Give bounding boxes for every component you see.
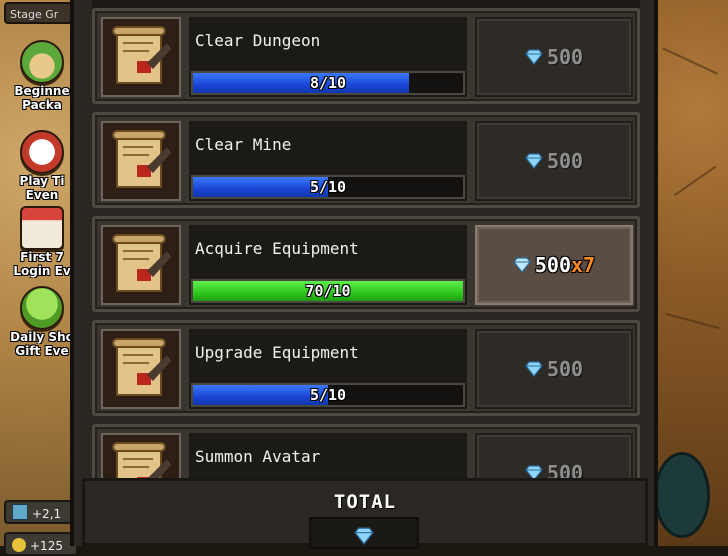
- quest-info: Summon Avatar: [189, 433, 467, 478]
- sidebar-item-first-7-login-event[interactable]: First 7 Login Ev: [4, 206, 80, 278]
- quest-list[interactable]: Clear Dungeon 8/10 500 Clear Mine 5/10 5…: [92, 0, 640, 478]
- gem-icon: [525, 465, 543, 478]
- sidebar-item-label: Login Ev: [13, 264, 71, 278]
- scroll-icon: [101, 433, 181, 478]
- reward-multiplier: x7: [571, 253, 596, 277]
- quest-name: Upgrade Equipment: [195, 343, 359, 362]
- gem-icon: [525, 361, 543, 377]
- total-value: [309, 517, 419, 549]
- scroll-icon: [101, 225, 181, 305]
- quest-row: Upgrade Equipment 5/10 500: [92, 320, 640, 416]
- quest-info: Clear Mine 5/10: [189, 121, 467, 201]
- quest-row: Clear Dungeon 8/10 500: [92, 8, 640, 104]
- sidebar-item-label: Beginne: [14, 84, 70, 98]
- sidebar-item-play-time-event[interactable]: Play Ti Even: [4, 130, 80, 202]
- reward-amount: 500: [546, 45, 584, 69]
- sidebar-item-label: Play Ti: [19, 174, 65, 188]
- claim-reward-button[interactable]: 500: [475, 433, 633, 478]
- stage-tab-label: Stage Gr: [10, 8, 59, 21]
- progress-bar: 70/10: [191, 279, 465, 303]
- sidebar-item-label: Even: [25, 188, 59, 202]
- reward-amount: 500: [546, 461, 584, 478]
- portal-icon[interactable]: [654, 452, 710, 538]
- claim-reward-button[interactable]: 500: [475, 121, 633, 201]
- sidebar-item-daily-shop-gift-event[interactable]: Daily Sho Gift Eve: [4, 286, 80, 358]
- gem-icon: [525, 49, 543, 65]
- total-label: TOTAL: [333, 491, 397, 513]
- progress-text: 70/10: [305, 282, 351, 300]
- reward-amount: 500: [546, 357, 584, 381]
- calendar-icon: [20, 206, 64, 250]
- quest-name: Acquire Equipment: [195, 239, 359, 258]
- currency-ticket: +2,1: [4, 500, 78, 524]
- total-bar: TOTAL: [82, 478, 648, 549]
- sidebar-item-label: Daily Sho: [10, 330, 74, 344]
- scroll-icon: [101, 17, 181, 97]
- sidebar-item-label: Gift Eve: [15, 344, 69, 358]
- sidebar-item-beginner-package[interactable]: Beginne Packa: [4, 40, 80, 112]
- currency-value: +2,1: [32, 507, 62, 521]
- progress-bar: 5/10: [191, 383, 465, 407]
- sidebar-item-label: Packa: [22, 98, 62, 112]
- quest-row: Acquire Equipment 70/10 500 x7: [92, 216, 640, 312]
- reward-amount: 500: [546, 149, 584, 173]
- claim-reward-button[interactable]: 500: [475, 17, 633, 97]
- gem-icon: [525, 153, 543, 169]
- clock-icon: [20, 130, 64, 174]
- quest-row: Summon Avatar 500: [92, 424, 640, 478]
- sprout-icon: [20, 40, 64, 84]
- gem-icon: [354, 527, 374, 545]
- quest-name: Clear Dungeon: [195, 31, 321, 50]
- stage-tab[interactable]: Stage Gr: [4, 2, 76, 24]
- quest-name: Summon Avatar: [195, 447, 321, 466]
- sidebar-item-label: First 7: [20, 250, 64, 264]
- currency-coin: +125: [4, 532, 78, 556]
- ticket-icon: [12, 504, 28, 520]
- quest-info: Upgrade Equipment 5/10: [189, 329, 467, 409]
- quest-row: Clear Mine 5/10 500: [92, 112, 640, 208]
- quest-info: Clear Dungeon 8/10: [189, 17, 467, 97]
- scroll-icon: [101, 121, 181, 201]
- progress-text: 5/10: [309, 386, 347, 404]
- currency-value: +125: [30, 539, 63, 553]
- scroll-icon: [101, 329, 181, 409]
- quest-info: Acquire Equipment 70/10: [189, 225, 467, 305]
- slime-icon: [20, 286, 64, 330]
- progress-text: 8/10: [309, 74, 347, 92]
- claim-reward-button[interactable]: 500: [475, 329, 633, 409]
- coin-icon: [12, 538, 26, 552]
- progress-text: 5/10: [309, 178, 347, 196]
- reward-amount: 500: [534, 253, 572, 277]
- progress-bar: 8/10: [191, 71, 465, 95]
- claim-reward-button[interactable]: 500 x7: [475, 225, 633, 305]
- gem-icon: [513, 257, 531, 273]
- quest-name: Clear Mine: [195, 135, 292, 154]
- progress-bar: 5/10: [191, 175, 465, 199]
